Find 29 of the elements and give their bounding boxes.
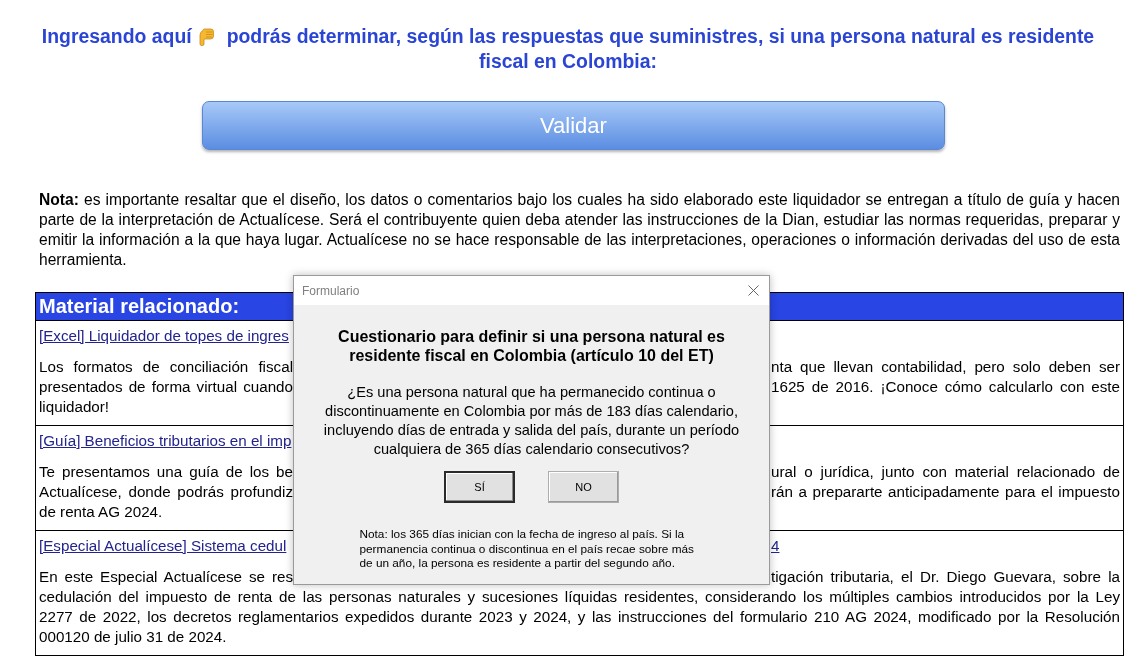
summary-text: 2277 de 2022, los decretos reglamentarios expedidos durante 2023 y 2024, y las instrucciones del formulario 210 AG 2024, modificado por la Resolución (39, 607, 1120, 627)
intro-text: Ingresando aquí (41, 25, 192, 47)
article-link[interactable]: [Excel] Liquidador de topes de ingres (39, 326, 289, 346)
close-icon[interactable] (748, 285, 759, 296)
summary-text: 000120 de julio 31 de 2024. (39, 628, 227, 645)
summary-text: liquidador! (39, 398, 110, 415)
summary-text: ural o jurídica, junto con material relacionado de (771, 462, 1120, 482)
intro-text: podrás determinar, según las respuestas que suministres, si una persona natural es residente fiscal en Colombia: (226, 25, 1095, 72)
summary-text: tigación tributaria, el Dr. Diego Guevara, sobre la (771, 567, 1120, 587)
summary-text: presentados de forma virtual cuando (39, 377, 293, 397)
summary-text: de renta AG 2024. (39, 503, 163, 520)
summary-text: Actualícese, donde podrás profundiz (39, 482, 293, 502)
article-link[interactable]: [Guía] Beneficios tributarios en el imp (39, 431, 292, 451)
summary-text: nta que llevan contabilidad, pero solo deben ser (771, 357, 1120, 377)
article-link[interactable]: [Especial Actualícese] Sistema cedul (39, 536, 287, 556)
summary-text: En este Especial Actualícese se res (39, 567, 293, 587)
dialog-note: Nota: los 365 días inician con la fecha de ingreso al país. Si la permanencia continua o discontinua en el país recae sobre más de un año, la persona es residente a partir del segundo año. (359, 527, 695, 571)
summary-text: 1625 de 2016. ¡Conoce cómo calcularlo con este (771, 377, 1120, 397)
dialog-heading: Cuestionario para definir si una persona natural es residente fiscal en Colombia (artículo 10 del ET) (337, 327, 726, 365)
summary-text: Te presentamos una guía de los be (39, 462, 293, 482)
article-link[interactable]: 4 (771, 536, 780, 556)
summary-text: cedulación del impuesto de renta de las personas naturales y sucesiones líquidas residentes, considerando los múltiples cambios introducidos por la Ley (39, 587, 1120, 607)
disclaimer-text: Nota: es importante resaltar que el diseño, los datos o comentarios bajo los cuales ha sido elaborado este liquidador se entregan a título de guía y hacen parte de la interpretación de Actualícese. Será el contribuyente quien deba atender las instrucciones de la Dian, estudiar las normas requeridas, preparar y emitir la información a la que haya lugar. Actualícese no se hace responsable de las interpretaciones, operaciones o información derivadas del uso de esta herramienta. (39, 190, 1120, 270)
summary-text: Los formatos de conciliación fiscal (39, 357, 293, 377)
pointing-hand-icon (196, 28, 215, 46)
summary-text: rán a prepararte anticipadamente para el impuesto (771, 482, 1120, 502)
answer-button[interactable]: NO (548, 471, 619, 503)
question-text: ¿Es una persona natural que ha permanecido continua o discontinuamente en Colombia por más de 183 días calendario, incluyendo días de entrada y salida del país, durante un período cualquiera de 365 días calendario consecutivos? (322, 383, 741, 459)
answer-button[interactable]: SÍ (444, 471, 515, 503)
